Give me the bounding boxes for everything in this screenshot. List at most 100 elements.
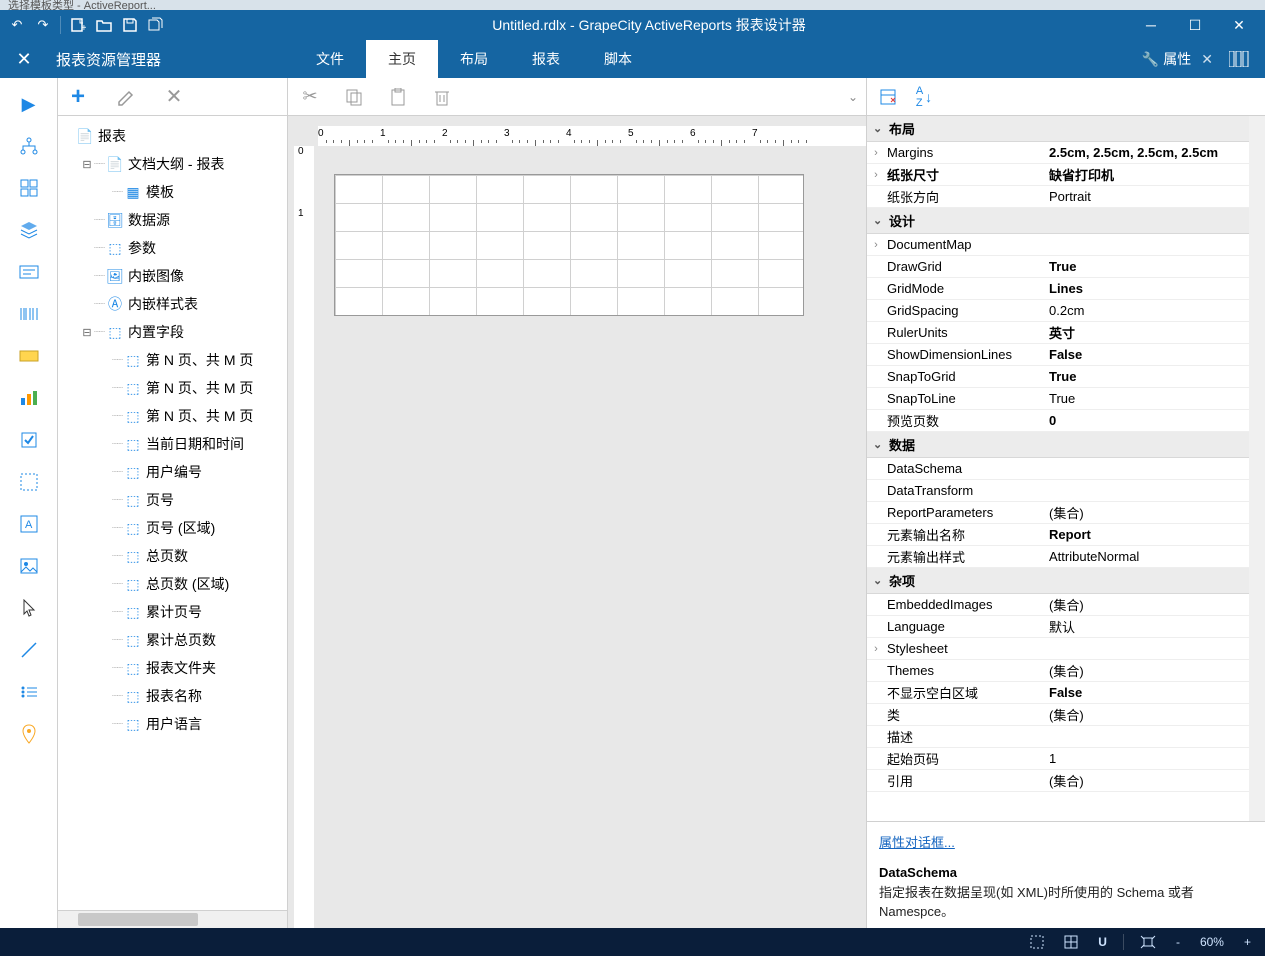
ribbon-tab-0[interactable]: 文件 <box>294 40 366 78</box>
list-tool[interactable] <box>9 674 49 710</box>
prop-row[interactable]: ShowDimensionLinesFalse <box>867 344 1249 366</box>
ribbon-tab-1[interactable]: 主页 <box>366 40 438 78</box>
prop-row[interactable]: ›Margins2.5cm, 2.5cm, 2.5cm, 2.5cm <box>867 142 1249 164</box>
barcode-tool[interactable] <box>9 296 49 332</box>
prop-row[interactable]: 引用(集合) <box>867 770 1249 792</box>
prop-row[interactable]: EmbeddedImages(集合) <box>867 594 1249 616</box>
chart-tool[interactable] <box>9 380 49 416</box>
prop-row[interactable]: GridSpacing0.2cm <box>867 300 1249 322</box>
prop-row[interactable]: GridModeLines <box>867 278 1249 300</box>
prop-row[interactable]: 元素输出样式AttributeNormal <box>867 546 1249 568</box>
edit-item-button[interactable] <box>112 83 140 111</box>
undo-button[interactable]: ↶ <box>4 12 30 38</box>
prop-row[interactable]: 起始页码1 <box>867 748 1249 770</box>
prop-row[interactable]: DrawGridTrue <box>867 256 1249 278</box>
tree-node[interactable]: ┈┈⬚报表名称 <box>58 682 287 710</box>
text-tool[interactable] <box>9 254 49 290</box>
tree-node[interactable]: ┈┈⬚累计总页数 <box>58 626 287 654</box>
design-surface[interactable]: 01234567 01 <box>288 116 866 928</box>
tree-node[interactable]: ┈┈⬚参数 <box>58 234 287 262</box>
prop-row[interactable]: ›DocumentMap <box>867 234 1249 256</box>
snap-button[interactable]: U <box>1094 935 1111 949</box>
tree-node[interactable]: ┈┈⬚当前日期和时间 <box>58 430 287 458</box>
tree-node[interactable]: ┈┈⬚总页数 <box>58 542 287 570</box>
zoom-out-button[interactable]: - <box>1172 935 1184 949</box>
open-button[interactable] <box>91 12 117 38</box>
trash-button[interactable] <box>428 83 456 111</box>
zoom-in-button[interactable]: + <box>1240 935 1255 949</box>
tree-node[interactable]: ┈┈⬚用户语言 <box>58 710 287 738</box>
property-grid[interactable]: ⌄布局›Margins2.5cm, 2.5cm, 2.5cm, 2.5cm›纸张… <box>867 116 1249 821</box>
zoom-level[interactable]: 60% <box>1196 935 1228 949</box>
run-tool[interactable]: ▶ <box>9 86 49 122</box>
categorized-button[interactable] <box>875 84 901 110</box>
tree-node[interactable]: ┈┈⬚第 N 页、共 M 页 <box>58 374 287 402</box>
prop-row[interactable]: 不显示空白区域False <box>867 682 1249 704</box>
redo-button[interactable]: ↷ <box>30 12 56 38</box>
tree-node[interactable]: ⊟┈┈⬚内置字段 <box>58 318 287 346</box>
layout-switcher-button[interactable] <box>1221 51 1257 67</box>
properties-tab[interactable]: 🔧 属性 ✕ <box>1134 49 1221 69</box>
cut-button[interactable]: ✂ <box>296 83 324 111</box>
minimize-button[interactable]: ─ <box>1129 10 1173 40</box>
new-button[interactable]: + <box>65 12 91 38</box>
close-explorer-button[interactable]: ✕ <box>0 40 48 78</box>
alphabetical-button[interactable]: AZ↓ <box>911 84 937 110</box>
delete-item-button[interactable]: ✕ <box>160 83 188 111</box>
prop-row[interactable]: 预览页数0 <box>867 410 1249 432</box>
tree-node[interactable]: ┈┈⬚第 N 页、共 M 页 <box>58 346 287 374</box>
tree-node[interactable]: ┈┈🗄数据源 <box>58 206 287 234</box>
fit-button[interactable] <box>1136 935 1160 949</box>
paste-button[interactable] <box>384 83 412 111</box>
tree-node[interactable]: ⊟┈┈📄文档大纲 - 报表 <box>58 150 287 178</box>
close-window-button[interactable]: ✕ <box>1217 10 1261 40</box>
label-tool[interactable] <box>9 338 49 374</box>
tree-node[interactable]: 📄报表 <box>58 122 287 150</box>
pointer-tool[interactable] <box>9 590 49 626</box>
layers-tool[interactable] <box>9 212 49 248</box>
prop-category[interactable]: ⌄布局 <box>867 116 1249 142</box>
prop-row[interactable]: ReportParameters(集合) <box>867 502 1249 524</box>
chevron-down-icon[interactable]: ⌄ <box>848 90 858 104</box>
save-button[interactable] <box>117 12 143 38</box>
tree-node[interactable]: ┈┈Ⓐ内嵌样式表 <box>58 290 287 318</box>
prop-row[interactable]: 元素输出名称Report <box>867 524 1249 546</box>
prop-row[interactable]: SnapToGridTrue <box>867 366 1249 388</box>
property-dialog-link[interactable]: 属性对话框... <box>879 835 955 850</box>
map-tool[interactable] <box>9 716 49 752</box>
prop-category[interactable]: ⌄设计 <box>867 208 1249 234</box>
prop-row[interactable]: 纸张方向Portrait <box>867 186 1249 208</box>
richtext-tool[interactable]: A <box>9 506 49 542</box>
add-item-button[interactable]: + <box>64 83 92 111</box>
maximize-button[interactable]: ☐ <box>1173 10 1217 40</box>
hierarchy-tool[interactable] <box>9 128 49 164</box>
prop-row[interactable]: Language默认 <box>867 616 1249 638</box>
tree-node[interactable]: ┈┈⬚页号 (区域) <box>58 514 287 542</box>
prop-row[interactable]: ›Stylesheet <box>867 638 1249 660</box>
tree-node[interactable]: ┈┈▦模板 <box>58 178 287 206</box>
prop-row[interactable]: 描述 <box>867 726 1249 748</box>
props-v-scrollbar[interactable] <box>1249 116 1265 821</box>
checkbox-tool[interactable] <box>9 422 49 458</box>
prop-row[interactable]: SnapToLineTrue <box>867 388 1249 410</box>
tree-node[interactable]: ┈┈⬚页号 <box>58 486 287 514</box>
tree-node[interactable]: ┈┈⬚报表文件夹 <box>58 654 287 682</box>
close-props-icon[interactable]: ✕ <box>1201 51 1213 68</box>
prop-row[interactable]: RulerUnits英寸 <box>867 322 1249 344</box>
ribbon-tab-4[interactable]: 脚本 <box>582 40 654 78</box>
grid-tool[interactable] <box>9 170 49 206</box>
prop-category[interactable]: ⌄杂项 <box>867 568 1249 594</box>
prop-row[interactable]: Themes(集合) <box>867 660 1249 682</box>
report-page[interactable] <box>334 174 804 316</box>
tree-node[interactable]: ┈┈⬚总页数 (区域) <box>58 570 287 598</box>
prop-row[interactable]: DataSchema <box>867 458 1249 480</box>
prop-row[interactable]: 类(集合) <box>867 704 1249 726</box>
tree-node[interactable]: ┈┈⬚累计页号 <box>58 598 287 626</box>
save-all-button[interactable] <box>143 12 169 38</box>
explorer-h-scrollbar[interactable] <box>58 910 287 928</box>
select-mode-button[interactable] <box>1026 935 1048 949</box>
tree-node[interactable]: ┈┈🖼内嵌图像 <box>58 262 287 290</box>
ribbon-tab-2[interactable]: 布局 <box>438 40 510 78</box>
tree-node[interactable]: ┈┈⬚用户编号 <box>58 458 287 486</box>
tree-node[interactable]: ┈┈⬚第 N 页、共 M 页 <box>58 402 287 430</box>
